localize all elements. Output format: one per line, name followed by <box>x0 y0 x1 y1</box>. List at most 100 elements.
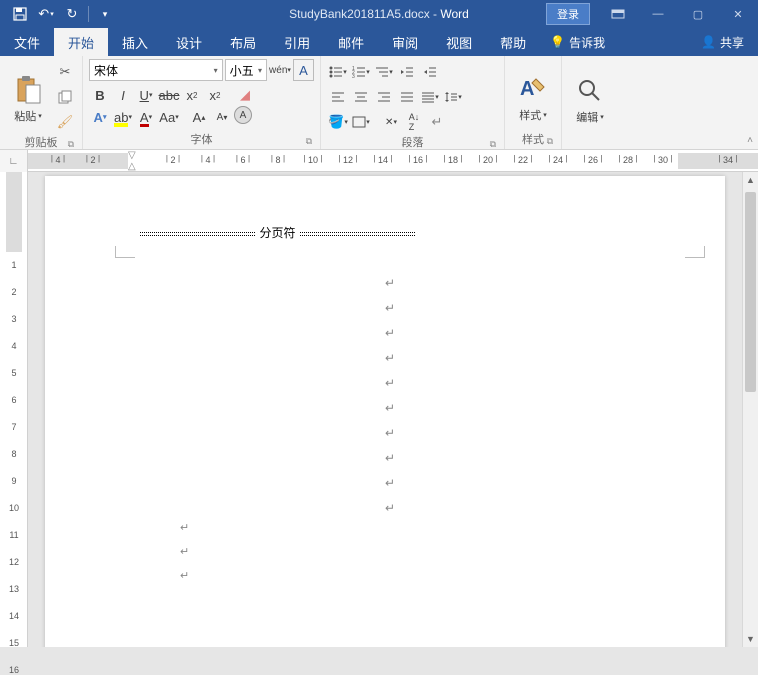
margin-corner <box>685 246 705 258</box>
font-name-select[interactable]: 宋体▾ <box>89 59 223 81</box>
qat-customize-button[interactable]: ▾ <box>93 2 117 26</box>
character-border-button[interactable]: A <box>293 59 314 81</box>
collapse-ribbon-button[interactable]: ˄ <box>742 56 758 149</box>
group-label: 段落 <box>402 137 424 149</box>
tell-me-button[interactable]: 💡告诉我 <box>540 28 615 56</box>
styles-button[interactable]: A 样式▾ <box>511 59 555 130</box>
group-label: 剪贴板 <box>25 137 58 149</box>
redo-button[interactable]: ↻ <box>60 2 84 26</box>
decrease-indent-button[interactable] <box>396 61 418 83</box>
grow-font-button[interactable]: A▴ <box>188 106 210 128</box>
paste-icon <box>14 72 42 108</box>
tab-selector[interactable]: ∟ <box>0 150 28 172</box>
ribbon-options-button[interactable] <box>598 0 638 28</box>
format-painter-button[interactable]: 🖌 <box>54 111 76 133</box>
maximize-button[interactable]: ▢ <box>678 0 718 28</box>
group-clipboard: 粘贴▾ ✂ 🖌 剪贴板 ⧉ <box>0 56 83 149</box>
clear-formatting-button[interactable]: ◢ <box>234 84 256 106</box>
tab-layout[interactable]: 布局 <box>216 28 270 56</box>
multilevel-list-button[interactable]: ▾ <box>373 61 395 83</box>
distributed-button[interactable]: ▾ <box>419 86 441 108</box>
enclose-characters-button[interactable]: A <box>234 106 252 124</box>
ruler-vertical[interactable]: 12345678910111213141516 <box>0 172 28 647</box>
dialog-launcher[interactable]: ⧉ <box>68 139 74 150</box>
bold-button[interactable]: B <box>89 84 111 106</box>
document-area[interactable]: 分页符 ↵↵↵↵↵↵↵↵↵↵ ↵↵↵ <box>28 172 742 647</box>
numbering-button[interactable]: 123▾ <box>350 61 372 83</box>
increase-indent-button[interactable] <box>419 61 441 83</box>
styles-icon: A <box>518 71 548 107</box>
tab-review[interactable]: 审阅 <box>378 28 432 56</box>
tab-home[interactable]: 开始 <box>54 28 108 56</box>
minimize-button[interactable]: — <box>638 0 678 28</box>
justify-button[interactable] <box>396 86 418 108</box>
group-editing: 编辑▾ . <box>562 56 618 149</box>
text-effects-button[interactable]: A▾ <box>89 106 111 128</box>
group-label: 样式 <box>522 134 544 146</box>
scrollbar-thumb[interactable] <box>745 192 756 392</box>
dialog-launcher[interactable]: ⧉ <box>547 136 553 147</box>
close-button[interactable]: ✕ <box>718 0 758 28</box>
font-color-button[interactable]: A▾ <box>135 106 157 128</box>
paragraph-marks-left: ↵↵↵ <box>180 521 189 582</box>
change-case-button[interactable]: Aa▾ <box>158 106 180 128</box>
paragraph-marks: ↵↵↵↵↵↵↵↵↵↵ <box>385 276 395 515</box>
strikethrough-button[interactable]: abc <box>158 84 180 106</box>
share-button[interactable]: 👤共享 <box>687 28 758 56</box>
copy-icon <box>58 90 72 104</box>
scroll-up-button[interactable]: ▲ <box>743 172 758 188</box>
indent-marker-first[interactable]: ▽ <box>128 150 136 161</box>
sort-button[interactable]: A↓Z <box>403 111 425 133</box>
bullets-button[interactable]: ▾ <box>327 61 349 83</box>
borders-button[interactable]: ▾ <box>350 111 372 133</box>
subscript-button[interactable]: x2 <box>181 84 203 106</box>
align-center-button[interactable] <box>350 86 372 108</box>
italic-button[interactable]: I <box>112 84 134 106</box>
shading-button[interactable]: 🪣▾ <box>327 111 349 133</box>
tab-help[interactable]: 帮助 <box>486 28 540 56</box>
underline-button[interactable]: U▾ <box>135 84 157 106</box>
tab-references[interactable]: 引用 <box>270 28 324 56</box>
lightbulb-icon: 💡 <box>550 35 565 49</box>
tab-design[interactable]: 设计 <box>162 28 216 56</box>
group-label: 字体 <box>191 134 213 146</box>
font-size-select[interactable]: 小五▾ <box>225 59 267 81</box>
scrollbar-vertical[interactable]: ▲ ▼ <box>742 172 758 647</box>
tab-mail[interactable]: 邮件 <box>324 28 378 56</box>
quick-access-toolbar: ↶▾ ↻ ▾ <box>0 2 117 26</box>
tab-view[interactable]: 视图 <box>432 28 486 56</box>
paste-button[interactable]: 粘贴▾ <box>6 59 50 133</box>
cut-button[interactable]: ✂ <box>54 61 76 83</box>
phonetic-guide-button[interactable]: wén▾ <box>269 59 291 81</box>
window-title: StudyBank201811A5.docx - Word <box>289 7 469 21</box>
ruler-horizontal[interactable]: ∟ | 4 || 2 || 2 || 4 || 6 || 8 || 10 || … <box>0 150 758 172</box>
dialog-launcher[interactable]: ⧉ <box>490 139 496 150</box>
ribbon-tabs: 文件 开始 插入 设计 布局 引用 邮件 审阅 视图 帮助 💡告诉我 👤共享 <box>0 28 758 56</box>
svg-text:A: A <box>520 78 534 100</box>
page[interactable]: 分页符 ↵↵↵↵↵↵↵↵↵↵ ↵↵↵ <box>45 176 725 647</box>
superscript-button[interactable]: x2 <box>204 84 226 106</box>
line-spacing-button[interactable]: ▾ <box>442 86 464 108</box>
scroll-down-button[interactable]: ▼ <box>743 631 758 647</box>
tab-file[interactable]: 文件 <box>0 28 54 56</box>
indent-marker-hanging[interactable]: △ <box>128 161 136 171</box>
editing-button[interactable]: 编辑▾ <box>568 59 612 134</box>
asian-layout-button[interactable]: ✕▾ <box>380 111 402 133</box>
dialog-launcher[interactable]: ⧉ <box>306 136 312 147</box>
show-marks-button[interactable]: ↵ <box>426 111 448 133</box>
copy-button[interactable] <box>54 86 76 108</box>
highlight-button[interactable]: ab▾ <box>112 106 134 128</box>
page-break-indicator: 分页符 <box>140 232 415 236</box>
shrink-font-button[interactable]: A▾ <box>211 106 233 128</box>
undo-button[interactable]: ↶▾ <box>34 2 58 26</box>
save-button[interactable] <box>8 2 32 26</box>
app-name: Word <box>440 7 468 21</box>
workspace: 12345678910111213141516 分页符 ↵↵↵↵↵↵↵↵↵↵ ↵… <box>0 172 758 647</box>
align-left-button[interactable] <box>327 86 349 108</box>
login-button[interactable]: 登录 <box>546 3 590 25</box>
align-right-button[interactable] <box>373 86 395 108</box>
share-icon: 👤 <box>701 35 716 49</box>
scissors-icon: ✂ <box>60 64 71 80</box>
group-paragraph: ▾ 123▾ ▾ ▾ ▾ 🪣▾ ▾ ✕▾ A↓Z ↵ <box>321 56 505 149</box>
tab-insert[interactable]: 插入 <box>108 28 162 56</box>
